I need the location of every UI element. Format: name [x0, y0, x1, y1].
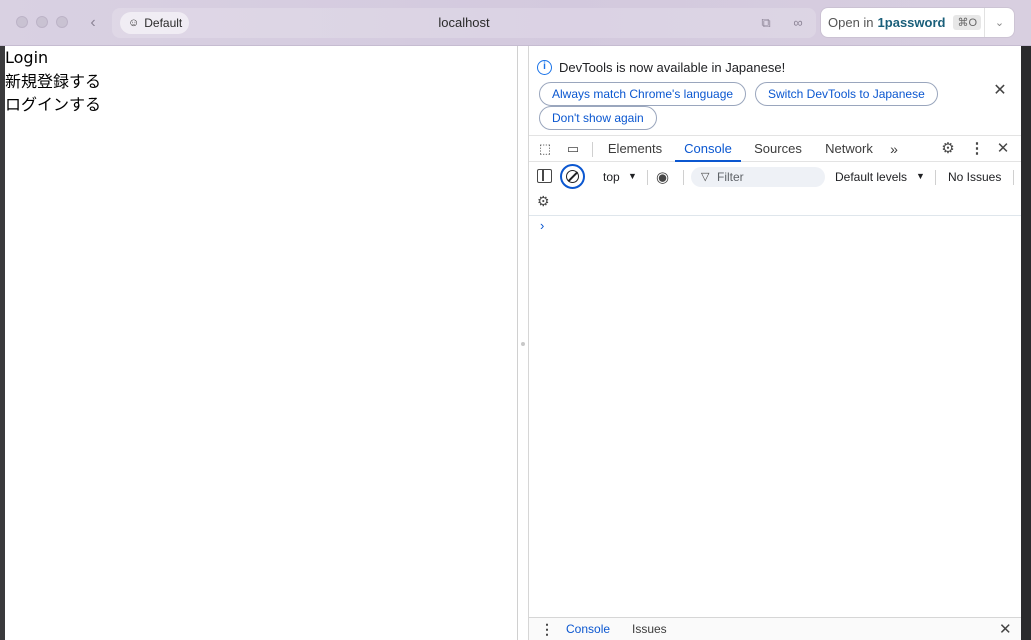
close-devtools-icon[interactable]: ✕: [994, 140, 1012, 158]
info-icon: i: [537, 60, 552, 75]
tab-console[interactable]: Console: [675, 136, 741, 162]
profile-pill[interactable]: ☺ Default: [120, 12, 190, 34]
tab-sources[interactable]: Sources: [749, 136, 807, 162]
dont-show-again-button[interactable]: Don't show again: [539, 106, 657, 130]
issues-counter[interactable]: No Issues: [948, 170, 1001, 184]
onepassword-brand: 1password: [877, 15, 946, 30]
profile-icon: ☺: [128, 16, 140, 29]
onepassword-main[interactable]: Open in 1password ⌘O: [821, 8, 984, 37]
drawer-menu-icon[interactable]: ⋮: [540, 621, 554, 638]
window-zoom-button[interactable]: [56, 16, 68, 28]
devtools-drawer: ⋮ Console Issues ✕: [529, 617, 1022, 640]
toolbar-divider: [1013, 170, 1014, 185]
page-heading-login: Login: [5, 48, 49, 67]
kebab-menu-icon[interactable]: ⋮: [968, 140, 986, 158]
console-toolbar: top ▼ ◉ ▽ Default levels ▼ No Issues: [529, 163, 1022, 191]
link-icon[interactable]: ∞: [788, 13, 808, 33]
context-selector[interactable]: top: [603, 170, 620, 184]
devtools-splitter[interactable]: [518, 46, 528, 640]
eye-icon[interactable]: ◉: [656, 168, 669, 186]
url-text: localhost: [438, 15, 490, 30]
infobar-message: DevTools is now available in Japanese!: [559, 60, 786, 75]
signup-link[interactable]: 新規登録する: [5, 70, 517, 94]
splitter-handle[interactable]: [521, 342, 525, 346]
filter-input[interactable]: [717, 167, 817, 187]
filter-icon: ▽: [701, 171, 710, 183]
background-edge: [1021, 46, 1031, 640]
filter-box[interactable]: ▽: [691, 167, 825, 187]
more-tabs-icon[interactable]: »: [884, 136, 904, 162]
drawer-tab-issues[interactable]: Issues: [632, 622, 667, 636]
clear-console-button[interactable]: [560, 164, 585, 189]
login-link[interactable]: ログインする: [5, 93, 517, 117]
onepassword-shortcut: ⌘O: [953, 15, 982, 30]
match-language-button[interactable]: Always match Chrome's language: [539, 82, 747, 106]
toolbar-divider: [935, 170, 936, 185]
toolbar-divider: [592, 142, 593, 157]
console-settings-gear-icon[interactable]: ⚙: [537, 193, 550, 210]
onepassword-open-button[interactable]: Open in 1password ⌘O ⌄: [821, 8, 1014, 37]
device-toolbar-icon[interactable]: ▭: [564, 140, 582, 158]
tab-network[interactable]: Network: [817, 136, 881, 162]
close-icon[interactable]: ✕: [991, 82, 1009, 100]
drawer-tab-console[interactable]: Console: [566, 622, 610, 636]
console-settings-row: ⚙: [529, 191, 1022, 216]
gear-icon[interactable]: ⚙: [939, 140, 957, 158]
language-infobar: i DevTools is now available in Japanese!…: [529, 46, 1022, 132]
onepassword-prefix: Open in: [828, 15, 874, 30]
console-prompt[interactable]: ›: [540, 218, 544, 233]
chevron-down-icon[interactable]: ⌄: [985, 16, 1014, 29]
inspect-element-icon[interactable]: ⬚: [536, 140, 554, 158]
devtools-tabbar: ⬚ ▭ Elements Console Sources Network » ⚙…: [529, 135, 1022, 162]
window-minimize-button[interactable]: [36, 16, 48, 28]
switch-to-japanese-button[interactable]: Switch DevTools to Japanese: [755, 82, 938, 106]
toolbar-divider: [647, 170, 648, 185]
sidebar-toggle-icon[interactable]: [537, 169, 552, 183]
devtools-panel: i DevTools is now available in Japanese!…: [528, 46, 1022, 640]
toolbar-divider: [683, 170, 684, 185]
browser-titlebar: ‹ localhost ☺ Default ⧉ ∞ Open in 1passw…: [0, 0, 1031, 46]
tab-elements[interactable]: Elements: [603, 136, 667, 162]
address-bar[interactable]: localhost ☺ Default ⧉ ∞: [112, 8, 816, 38]
log-levels-dropdown[interactable]: Default levels: [835, 170, 907, 184]
window-close-button[interactable]: [16, 16, 28, 28]
caret-down-icon[interactable]: ▼: [916, 171, 925, 181]
close-drawer-icon[interactable]: ✕: [999, 620, 1012, 638]
profile-label: Default: [144, 16, 183, 30]
extension-icon[interactable]: ⧉: [756, 13, 776, 33]
page-viewport: Login 新規登録する ログインする: [5, 46, 518, 640]
caret-down-icon[interactable]: ▼: [628, 171, 637, 181]
block-icon: [566, 170, 579, 183]
back-chevron-icon[interactable]: ‹: [84, 12, 102, 34]
